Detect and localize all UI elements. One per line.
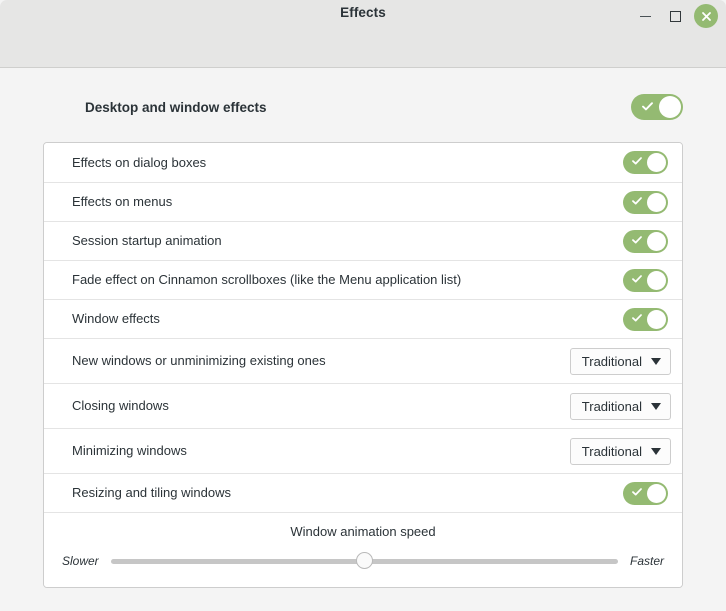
row-label: New windows or unminimizing existing one… <box>72 353 326 369</box>
resizing-tiling-windows-toggle[interactable] <box>623 482 668 505</box>
content-area: Desktop and window effects Effects on di… <box>0 85 726 588</box>
toggle-knob <box>659 96 681 118</box>
check-icon <box>632 197 642 205</box>
master-effects-toggle[interactable] <box>631 94 683 120</box>
slider-handle[interactable] <box>356 552 373 569</box>
titlebar: Effects <box>0 0 726 68</box>
row-label: Effects on dialog boxes <box>72 155 206 171</box>
page-title: Desktop and window effects <box>85 100 267 115</box>
table-row: New windows or unminimizing existing one… <box>44 338 682 383</box>
check-icon <box>642 102 653 111</box>
window-effects-toggle[interactable] <box>623 308 668 331</box>
maximize-icon <box>670 11 681 22</box>
dropdown-value: Traditional <box>582 444 642 459</box>
slider-min-label: Slower <box>62 554 99 568</box>
check-icon <box>632 314 642 322</box>
dialog-effects-toggle[interactable] <box>623 151 668 174</box>
table-row: Resizing and tiling windows <box>44 473 682 512</box>
minimize-icon <box>640 16 651 17</box>
check-icon <box>632 275 642 283</box>
table-row: Window effects <box>44 299 682 338</box>
effects-window: Effects Desktop and window effects <box>0 0 726 611</box>
new-window-effect-dropdown[interactable]: Traditional <box>570 348 671 375</box>
animation-speed-row: Window animation speed Slower Faster <box>44 512 682 587</box>
table-row: Fade effect on Cinnamon scrollboxes (lik… <box>44 260 682 299</box>
check-icon <box>632 157 642 165</box>
animation-speed-label: Window animation speed <box>62 524 664 539</box>
menu-effects-toggle[interactable] <box>623 191 668 214</box>
chevron-down-icon <box>651 358 661 365</box>
table-row: Session startup animation <box>44 221 682 260</box>
window-title: Effects <box>0 5 726 20</box>
toggle-knob <box>647 310 666 329</box>
dropdown-value: Traditional <box>582 354 642 369</box>
row-label: Minimizing windows <box>72 443 187 459</box>
minimize-button[interactable] <box>631 4 659 28</box>
animation-speed-slider[interactable] <box>111 552 618 570</box>
row-label: Resizing and tiling windows <box>72 485 231 501</box>
table-row: Closing windows Traditional <box>44 383 682 428</box>
toggle-knob <box>647 484 666 503</box>
table-row: Minimizing windows Traditional <box>44 428 682 473</box>
scrollbox-fade-effect-toggle[interactable] <box>623 269 668 292</box>
check-icon <box>632 236 642 244</box>
close-icon <box>700 10 713 23</box>
slider-max-label: Faster <box>630 554 664 568</box>
closing-window-effect-dropdown[interactable]: Traditional <box>570 393 671 420</box>
toggle-knob <box>647 271 666 290</box>
row-label: Effects on menus <box>72 194 172 210</box>
settings-frame: Effects on dialog boxes Effects on menus <box>43 142 683 588</box>
chevron-down-icon <box>651 403 661 410</box>
table-row: Effects on dialog boxes <box>44 143 682 182</box>
row-label: Session startup animation <box>72 233 222 249</box>
close-button[interactable] <box>694 4 718 28</box>
animation-speed-control: Slower Faster <box>62 552 664 570</box>
check-icon <box>632 488 642 496</box>
row-label: Closing windows <box>72 398 169 414</box>
toggle-knob <box>647 193 666 212</box>
row-label: Fade effect on Cinnamon scrollboxes (lik… <box>72 272 461 288</box>
window-controls <box>631 4 718 28</box>
toggle-knob <box>647 232 666 251</box>
row-label: Window effects <box>72 311 160 327</box>
toggle-knob <box>647 153 666 172</box>
section-header: Desktop and window effects <box>43 85 683 129</box>
chevron-down-icon <box>651 448 661 455</box>
minimizing-window-effect-dropdown[interactable]: Traditional <box>570 438 671 465</box>
maximize-button[interactable] <box>661 4 689 28</box>
table-row: Effects on menus <box>44 182 682 221</box>
dropdown-value: Traditional <box>582 399 642 414</box>
session-startup-animation-toggle[interactable] <box>623 230 668 253</box>
